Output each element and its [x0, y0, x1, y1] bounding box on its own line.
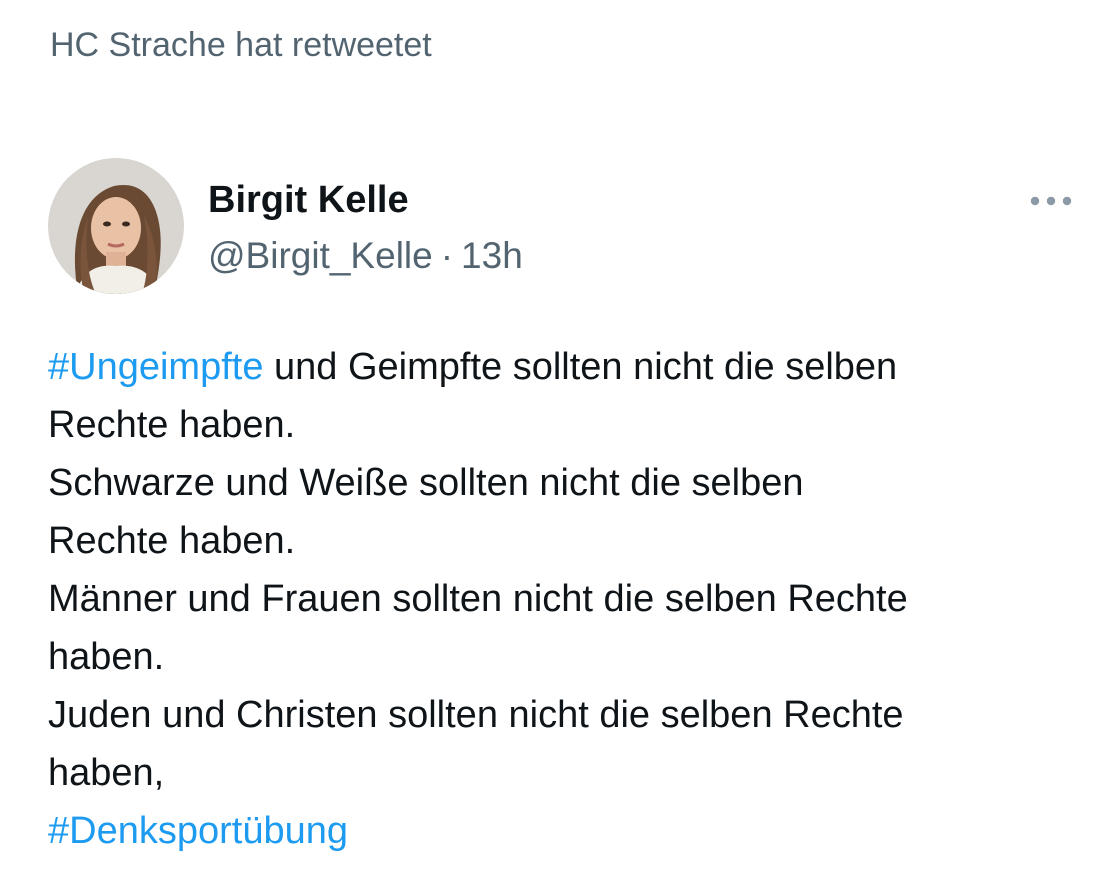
- author-handle[interactable]: @Birgit_Kelle: [208, 235, 433, 276]
- more-dots-icon: [1030, 196, 1072, 206]
- meta-separator: ·: [440, 235, 454, 276]
- tweet-line-text: und Geimpfte sollten nicht die selben: [263, 346, 898, 388]
- tweet-text: #Ungeimpfte und Geimpfte sollten nicht d…: [48, 338, 1098, 860]
- tweet-line: #Denksportübung: [48, 802, 1098, 860]
- tweet-line: Schwarze und Weiße sollten nicht die sel…: [48, 462, 804, 504]
- tweet-line: Rechte haben.: [48, 520, 296, 562]
- tweet-line: Männer und Frauen sollten nicht die selb…: [48, 578, 908, 620]
- author-name[interactable]: Birgit Kelle: [208, 176, 409, 224]
- author-meta: @Birgit_Kelle · 13h: [208, 232, 523, 280]
- hashtag-link[interactable]: #Ungeimpfte: [48, 346, 263, 388]
- tweet-line: Juden und Christen sollten nicht die sel…: [48, 694, 904, 736]
- tweet-timestamp[interactable]: 13h: [461, 235, 523, 276]
- retweet-header[interactable]: HC Strache hat retweetet: [50, 22, 432, 68]
- avatar[interactable]: [48, 158, 184, 294]
- tweet-line: haben.: [48, 636, 165, 678]
- tweet-line: Rechte haben.: [48, 404, 296, 446]
- tweet-line: #Ungeimpfte und Geimpfte sollten nicht d…: [48, 338, 1098, 396]
- tweet-line: haben,: [48, 752, 165, 794]
- hashtag-link[interactable]: #Denksportübung: [48, 810, 348, 852]
- more-options-button[interactable]: [1026, 186, 1076, 216]
- avatar-photo: [48, 158, 184, 294]
